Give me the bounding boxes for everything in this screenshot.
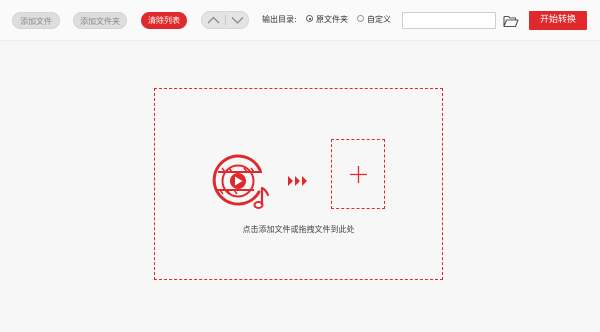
chevron-up-icon bbox=[207, 16, 220, 24]
move-down-button[interactable] bbox=[226, 12, 249, 28]
browse-folder-button[interactable] bbox=[503, 13, 519, 28]
clear-list-button[interactable]: 清除列表 bbox=[141, 12, 187, 29]
folder-open-icon bbox=[503, 15, 519, 28]
add-file-button[interactable]: 添加文件 bbox=[12, 12, 60, 29]
output-dir-label: 输出目录: bbox=[262, 15, 297, 24]
toolbar: 添加文件 添加文件夹 清除列表 输出目录: 原文件夹 自定义 开始转换 bbox=[0, 0, 600, 41]
drop-hint-text: 点击添加文件或拖拽文件到此处 bbox=[242, 225, 355, 234]
output-path-input[interactable] bbox=[402, 12, 496, 29]
add-folder-button[interactable]: 添加文件夹 bbox=[73, 12, 127, 29]
radio-custom-folder-label[interactable]: 自定义 bbox=[367, 14, 391, 25]
media-file-icon bbox=[212, 154, 270, 209]
radio-original-folder[interactable] bbox=[306, 15, 313, 22]
add-file-box[interactable] bbox=[331, 139, 385, 209]
plus-icon bbox=[350, 166, 367, 183]
radio-custom-folder[interactable] bbox=[357, 15, 364, 22]
chevron-down-icon bbox=[231, 17, 244, 24]
move-up-button[interactable] bbox=[202, 12, 225, 28]
radio-original-folder-label[interactable]: 原文件夹 bbox=[316, 14, 348, 25]
move-button-group bbox=[201, 11, 249, 29]
start-convert-button[interactable]: 开始转换 bbox=[529, 11, 587, 30]
triple-arrow-icon bbox=[288, 176, 307, 186]
